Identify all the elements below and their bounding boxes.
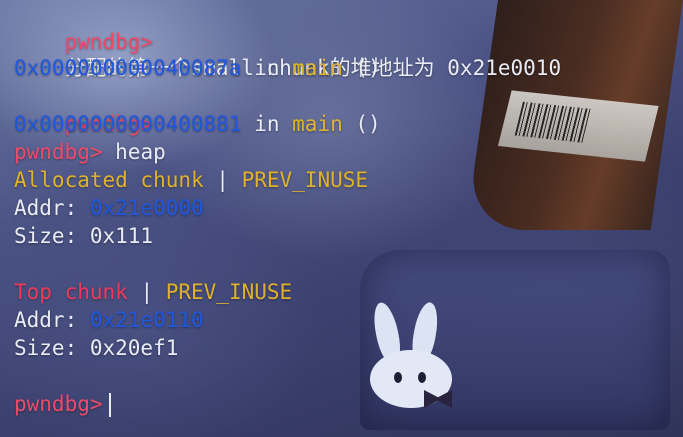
terminal-line-8: Addr: 0x21e0000 <box>14 194 204 222</box>
terminal-line-2: 分配的第一个small chunk的堆地址为 0x21e0010 <box>14 26 562 80</box>
terminal-line-6: pwndbg> heap <box>14 138 166 166</box>
size-label: Size: <box>14 336 90 360</box>
function-args: () <box>342 112 381 136</box>
pwndbg-prompt: pwndbg> <box>14 392 103 416</box>
separator: | <box>203 168 242 192</box>
chunk-type-label: Top chunk <box>14 280 128 304</box>
separator: | <box>127 280 166 304</box>
chunk-address: 0x21e0110 <box>89 308 204 332</box>
chunk-type-label: Allocated chunk <box>14 168 204 192</box>
function-name: main <box>292 56 343 80</box>
chunk-size: 0x111 <box>89 224 154 248</box>
terminal-line-7: Allocated chunk | PREV_INUSE <box>14 166 368 194</box>
terminal-line-9: Size: 0x111 <box>14 222 153 250</box>
addr-label: Addr: <box>14 308 90 332</box>
function-name: main <box>292 112 343 136</box>
chunk-address: 0x21e0000 <box>89 196 204 220</box>
terminal-output[interactable]: pwndbg> 分配的第一个small chunk的堆地址为 0x21e0010… <box>0 0 683 437</box>
terminal-line-12: Addr: 0x21e0110 <box>14 306 204 334</box>
instruction-address: 0x0000000000400881 <box>14 112 242 136</box>
chunk-flag: PREV_INUSE <box>165 280 293 304</box>
chunk-size: 0x20ef1 <box>89 336 179 360</box>
size-label: Size: <box>14 224 90 248</box>
heap-command: heap <box>102 140 166 164</box>
function-args: () <box>342 56 381 80</box>
instruction-address: 0x000000000040087a <box>14 56 242 80</box>
in-keyword: in <box>241 56 293 80</box>
in-keyword: in <box>241 112 293 136</box>
text-cursor[interactable] <box>108 393 111 417</box>
terminal-line-5: 0x0000000000400881 in main () <box>14 110 381 138</box>
terminal-line-4: pwndbg> <box>14 82 154 136</box>
chunk-flag: PREV_INUSE <box>241 168 369 192</box>
terminal-line-11: Top chunk | PREV_INUSE <box>14 278 292 306</box>
terminal-line-15: pwndbg> <box>14 390 111 418</box>
terminal-line-3: 0x000000000040087a in main () <box>14 54 381 82</box>
terminal-line-1: pwndbg> <box>14 0 154 54</box>
terminal-line-13: Size: 0x20ef1 <box>14 334 178 362</box>
addr-label: Addr: <box>14 196 90 220</box>
pwndbg-prompt: pwndbg> <box>14 140 103 164</box>
